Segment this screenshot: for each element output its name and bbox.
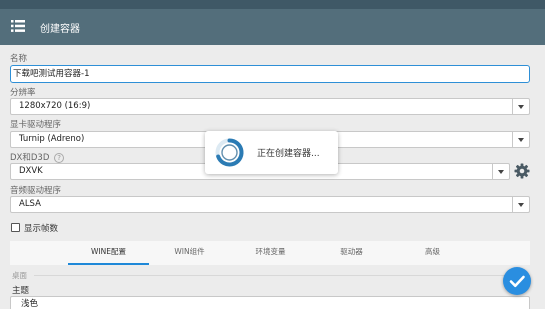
tab-wine-config[interactable]: WINE配置 <box>68 241 149 265</box>
audio-driver-label: 音频驱动程序 <box>10 186 62 196</box>
tab-win-components[interactable]: WIN组件 <box>149 241 230 265</box>
loading-spinner-icon <box>215 138 244 167</box>
confirm-button[interactable] <box>503 267 531 295</box>
gpu-driver-label: 显卡驱动程序 <box>10 120 62 130</box>
app-bar: 创建容器 <box>0 9 545 45</box>
checkmark-icon <box>509 275 525 288</box>
help-icon[interactable]: ? <box>54 152 65 163</box>
tab-drives[interactable]: 驱动器 <box>311 241 392 265</box>
active-tab-indicator <box>68 263 149 265</box>
chevron-down-icon[interactable] <box>492 164 509 179</box>
name-input[interactable]: 下载吧测试用容器-1 <box>10 65 530 83</box>
name-label: 名称 <box>10 54 28 64</box>
tab-environment-variables[interactable]: 环境变量 <box>230 241 311 265</box>
tab-bar: WINE配置 WIN组件 环境变量 驱动器 高级 <box>10 241 530 265</box>
show-fps-label: 显示帧数 <box>24 224 59 234</box>
menu-icon[interactable] <box>11 20 25 32</box>
chevron-down-icon[interactable] <box>512 132 529 147</box>
audio-driver-value: ALSA <box>19 199 41 209</box>
gear-icon[interactable] <box>514 163 530 179</box>
resolution-label: 分辨率 <box>10 88 36 98</box>
status-bar <box>0 0 545 9</box>
dx-value: DXVK <box>19 166 43 176</box>
show-fps-checkbox[interactable] <box>11 223 20 232</box>
dx-label-text: DX和D3D <box>10 153 50 163</box>
theme-select[interactable]: 浅色 <box>10 296 530 309</box>
gpu-driver-value: Turnip (Adreno) <box>19 134 85 144</box>
progress-message: 正在创建容器... <box>257 149 320 159</box>
chevron-down-icon[interactable] <box>512 99 529 114</box>
progress-dialog: 正在创建容器... <box>205 131 338 174</box>
page-title: 创建容器 <box>40 24 80 35</box>
dx-label: DX和D3D ? <box>10 151 65 163</box>
audio-driver-select[interactable]: ALSA <box>10 196 530 213</box>
resolution-value: 1280x720 (16:9) <box>19 101 91 111</box>
theme-value: 浅色 <box>21 299 39 309</box>
chevron-down-icon[interactable] <box>512 197 529 212</box>
desktop-section-legend: 桌面 <box>12 271 27 280</box>
resolution-select[interactable]: 1280x720 (16:9) <box>10 98 530 115</box>
divider <box>34 275 530 276</box>
theme-label: 主题 <box>12 286 30 296</box>
tab-advanced[interactable]: 高级 <box>392 241 473 265</box>
